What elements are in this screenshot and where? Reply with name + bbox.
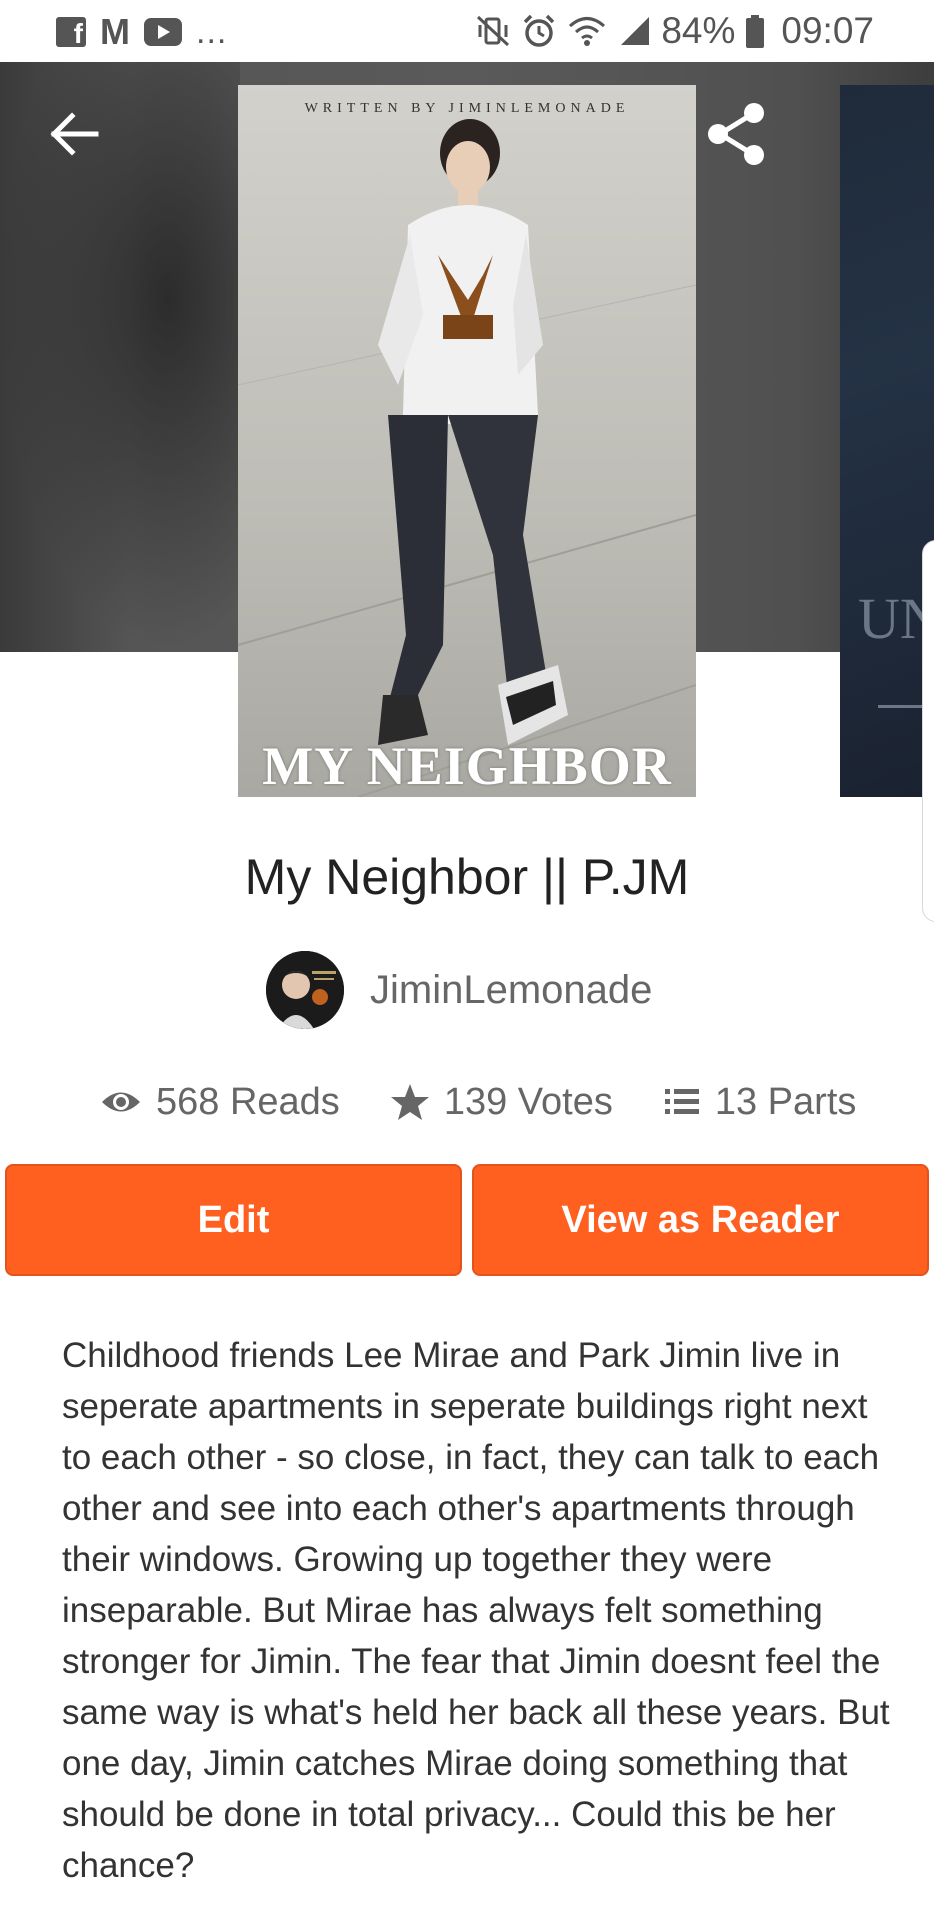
share-button[interactable] bbox=[700, 98, 772, 170]
status-bar: f M ... 84% 09:07 bbox=[0, 0, 934, 62]
author-row[interactable]: JiminLemonade bbox=[266, 950, 652, 1030]
story-title: My Neighbor || P.JM bbox=[244, 849, 690, 905]
arrow-left-icon bbox=[50, 112, 99, 156]
clock: 09:07 bbox=[781, 10, 874, 51]
share-icon bbox=[708, 103, 764, 165]
battery-icon bbox=[746, 15, 765, 48]
vibrate-mute-icon bbox=[477, 15, 510, 47]
reads-stat: 568 Reads bbox=[100, 1081, 340, 1124]
edit-button[interactable]: Edit bbox=[5, 1164, 462, 1276]
youtube-icon bbox=[144, 18, 182, 46]
cover-title: MY NEIGHBOR bbox=[262, 736, 672, 796]
author-name[interactable]: JiminLemonade bbox=[370, 968, 652, 1013]
cover-photo bbox=[238, 85, 696, 797]
cover-credit: WRITTEN BY JIMINLEMONADE bbox=[304, 101, 630, 116]
system-status: 84% 09:07 bbox=[475, 8, 874, 54]
battery-percent: 84% bbox=[661, 10, 736, 51]
parts-stat: 13 Parts bbox=[663, 1080, 857, 1124]
avatar-image bbox=[266, 951, 344, 1029]
view-as-reader-button[interactable]: View as Reader bbox=[472, 1164, 929, 1276]
author-avatar[interactable] bbox=[266, 951, 344, 1029]
list-icon bbox=[664, 1089, 699, 1114]
book-cover[interactable]: WRITTEN BY JIMINLEMONADE MY NEIGHBOR bbox=[238, 85, 696, 797]
star-icon bbox=[390, 1084, 429, 1120]
facebook-icon: f bbox=[56, 17, 86, 47]
signal-icon bbox=[621, 17, 650, 45]
reads-count: 568 Reads bbox=[156, 1080, 340, 1123]
notification-icons: f M ... bbox=[56, 10, 227, 54]
alarm-icon bbox=[524, 14, 555, 47]
votes-count: 139 Votes bbox=[443, 1080, 613, 1123]
parts-count: 13 Parts bbox=[714, 1080, 857, 1123]
wifi-icon bbox=[569, 17, 606, 46]
votes-stat: 139 Votes bbox=[390, 1081, 613, 1124]
next-story-cover[interactable]: UN bbox=[840, 85, 934, 797]
more-notifications: ... bbox=[196, 13, 228, 51]
back-button[interactable] bbox=[44, 104, 104, 164]
eye-icon bbox=[102, 1092, 140, 1112]
story-description: Childhood friends Lee Mirae and Park Jim… bbox=[62, 1336, 890, 1885]
story-stats: 568 Reads 139 Votes 13 Parts bbox=[100, 1076, 856, 1128]
gmail-icon: M bbox=[100, 11, 130, 52]
